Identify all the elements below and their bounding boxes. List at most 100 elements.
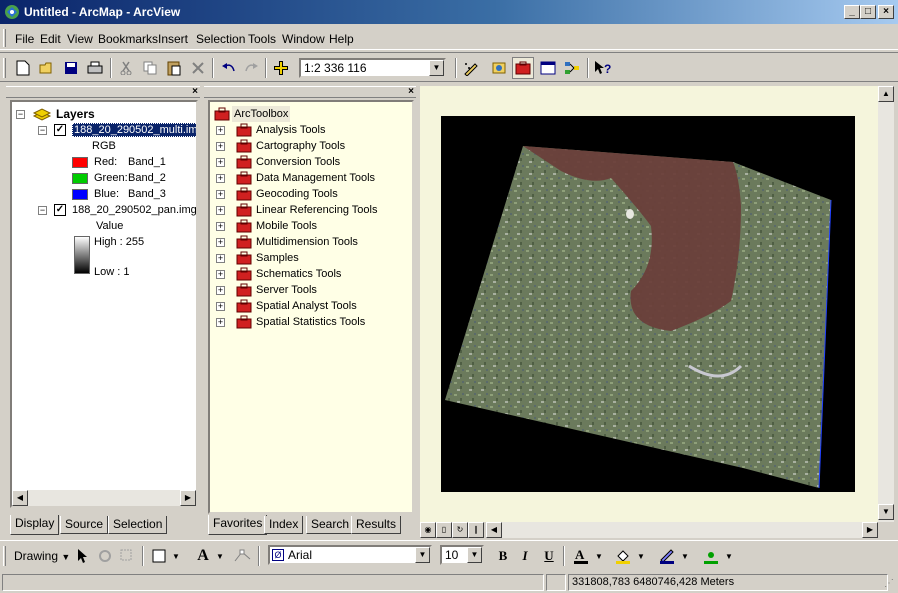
toc-close-icon[interactable]: × [192,87,198,97]
map-horizontal-scrollbar[interactable]: ◀ ▶ [486,522,878,538]
pause-drawing-icon[interactable]: ∥ [468,522,484,538]
menu-window[interactable]: Window [282,32,325,46]
chevron-down-icon[interactable]: ▼ [595,552,603,561]
expand-icon[interactable]: + [216,126,225,135]
select-elements-icon[interactable] [72,545,94,567]
chevron-down-icon[interactable]: ▼ [172,552,180,561]
scroll-left-icon[interactable]: ◀ [486,522,502,538]
tab-index[interactable]: Index [264,516,304,534]
expand-icon[interactable]: + [216,158,225,167]
menu-insert[interactable]: Insert [158,32,188,46]
layout-view-icon[interactable]: ▯ [436,522,452,538]
chevron-down-icon[interactable]: ▼ [467,547,482,563]
modelbuilder-icon[interactable] [561,57,583,79]
expand-icon[interactable]: + [216,206,225,215]
open-folder-icon[interactable] [36,57,58,79]
scroll-down-icon[interactable]: ▼ [878,504,894,520]
collapse-icon[interactable]: − [16,110,25,119]
scroll-right-icon[interactable]: ▶ [180,490,196,506]
scroll-left-icon[interactable]: ◀ [12,490,28,506]
menu-file[interactable]: File [15,32,34,46]
print-icon[interactable] [84,57,106,79]
menu-tools[interactable]: Tools [248,32,276,46]
command-line-icon[interactable] [537,57,559,79]
collapse-icon[interactable]: − [38,126,47,135]
expand-icon[interactable]: + [216,190,225,199]
toc-horizontal-scrollbar[interactable]: ◀ ▶ [12,490,196,506]
map-vertical-scrollbar[interactable]: ▲ ▼ [878,86,894,522]
bold-button[interactable]: B [492,545,514,567]
toolbar-grip[interactable] [3,29,6,47]
close-button[interactable]: × [878,5,894,19]
menu-help[interactable]: Help [329,32,354,46]
menu-edit[interactable]: Edit [40,32,61,46]
layer-name-multi[interactable]: 188_20_290502_multi.img [72,123,196,137]
line-color-icon[interactable] [656,545,678,567]
expand-icon[interactable]: + [216,238,225,247]
scroll-up-icon[interactable]: ▲ [878,86,894,102]
maximize-button[interactable]: □ [860,5,876,19]
italic-button[interactable]: I [514,545,536,567]
whats-this-help-icon[interactable]: ? [592,57,614,79]
expand-icon[interactable]: + [216,222,225,231]
layer-visibility-checkbox[interactable]: ✓ [54,204,66,216]
map-display[interactable] [420,86,878,522]
tab-selection[interactable]: Selection [108,516,168,534]
layer-name-pan[interactable]: 188_20_290502_pan.img [72,202,196,218]
text-tool-icon[interactable]: A [192,545,214,567]
tab-search[interactable]: Search [306,516,355,534]
menu-selection[interactable]: Selection [196,32,245,46]
chevron-down-icon[interactable]: ▼ [415,547,430,563]
tab-results[interactable]: Results [351,516,402,534]
tab-favorites[interactable]: Favorites [208,515,268,535]
menu-bookmarks[interactable]: Bookmarks [98,32,158,46]
tab-source[interactable]: Source [60,516,109,534]
rotate-icon[interactable] [94,545,116,567]
expand-icon[interactable]: + [216,286,225,295]
chevron-down-icon[interactable]: ▼ [216,552,224,561]
cut-icon[interactable] [115,57,137,79]
undo-icon[interactable] [218,57,240,79]
rectangle-tool-icon[interactable] [148,545,170,567]
expand-icon[interactable]: + [216,270,225,279]
font-size-combo[interactable]: 10 ▼ [440,545,484,565]
expand-icon[interactable]: + [216,302,225,311]
redo-icon[interactable] [240,57,262,79]
toolbar-grip[interactable] [3,58,6,78]
minimize-button[interactable]: _ [844,5,860,19]
marker-color-icon[interactable] [700,545,722,567]
arctoolbox-icon[interactable] [512,57,534,79]
chevron-down-icon[interactable]: ▼ [681,552,689,561]
copy-icon[interactable] [139,57,161,79]
chevron-down-icon[interactable]: ▼ [725,552,733,561]
arccatalog-icon[interactable] [488,57,510,79]
fill-color-icon[interactable] [612,545,634,567]
font-color-icon[interactable]: A [570,545,592,567]
editor-toolbar-icon[interactable] [460,57,482,79]
toolbar-grip[interactable] [3,546,6,566]
data-view-icon[interactable]: ◉ [420,522,436,538]
expand-icon[interactable]: + [216,254,225,263]
paste-icon[interactable] [163,57,185,79]
expand-icon[interactable]: + [216,142,225,151]
arctoolbox-close-icon[interactable]: × [408,87,414,97]
chevron-down-icon[interactable]: ▼ [429,60,444,76]
map-scale-combo[interactable]: 1:2 336 116 ▼ [299,58,446,78]
delete-icon[interactable] [187,57,209,79]
new-document-icon[interactable] [12,57,34,79]
drawing-menu[interactable]: Drawing ▼ [14,549,70,563]
expand-icon[interactable]: + [216,174,225,183]
resize-grip-icon[interactable]: ⋰ [884,578,896,592]
refresh-icon[interactable]: ↻ [452,522,468,538]
menu-view[interactable]: View [67,32,93,46]
save-icon[interactable] [60,57,82,79]
zoom-to-selected-icon[interactable] [116,545,138,567]
tab-display[interactable]: Display [10,515,60,535]
chevron-down-icon[interactable]: ▼ [637,552,645,561]
add-data-icon[interactable] [270,57,292,79]
font-family-combo[interactable]: Ø Arial ▼ [268,545,432,565]
scroll-right-icon[interactable]: ▶ [862,522,878,538]
edit-vertices-icon[interactable] [232,545,254,567]
underline-button[interactable]: U [538,545,560,567]
collapse-icon[interactable]: − [38,206,47,215]
